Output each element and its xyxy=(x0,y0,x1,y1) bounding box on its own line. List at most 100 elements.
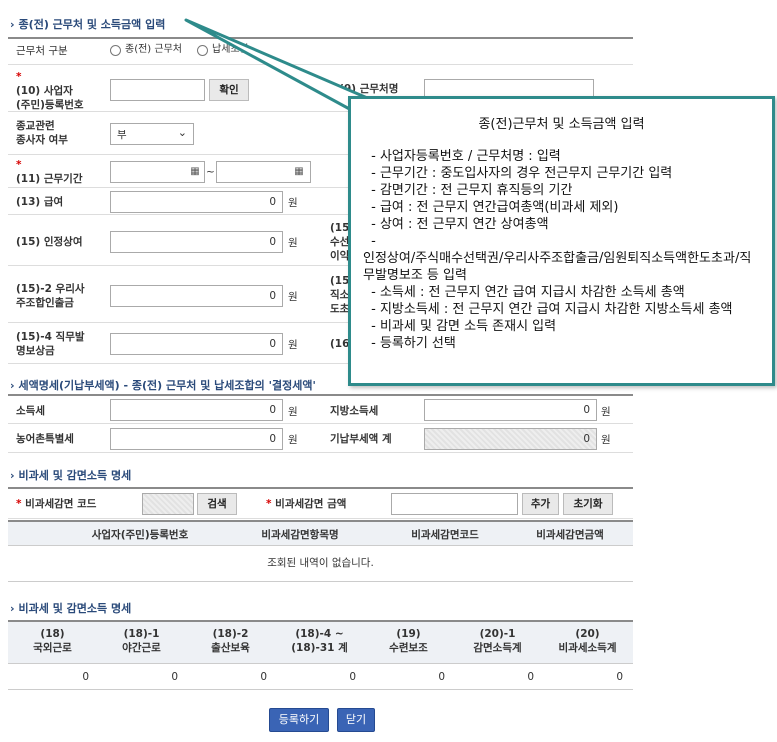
rural-tax-input[interactable]: 0 xyxy=(110,428,283,450)
register-button[interactable]: 등록하기 xyxy=(269,708,329,732)
section-title-text: 종(전) 근무처 및 소득금액 입력 xyxy=(18,18,166,31)
esop-input[interactable]: 0 xyxy=(110,285,283,307)
income-tax-input[interactable]: 0 xyxy=(110,399,283,421)
calendar-icon[interactable]: ▦ xyxy=(290,165,308,179)
invention-label-line1: (15)-4 직무발 xyxy=(16,331,85,343)
chevron-down-icon: ⌄ xyxy=(177,126,187,139)
invention-input[interactable]: 0 xyxy=(110,333,283,355)
callout-line: - 비과세 및 감면 소득 존재시 입력 xyxy=(367,319,557,334)
work-period-label: * (11) 근무기간 xyxy=(16,158,83,186)
summary-value: 0 xyxy=(260,671,267,683)
column-header: (18) 국외근로 xyxy=(8,628,97,655)
summary-value: 0 xyxy=(616,671,623,683)
bonus-right-line1: (15 xyxy=(330,222,350,234)
column-header: 사업자(주민)등록번호 xyxy=(91,529,189,541)
bonus-right-line3: 이익 xyxy=(330,250,350,262)
column-header-line2: 감면소득계 xyxy=(473,642,522,654)
column-header-line2: 수련보조 xyxy=(389,642,428,654)
radio-prev-workplace[interactable] xyxy=(110,45,121,56)
column-header: (20)-1 감면소득계 xyxy=(453,628,542,655)
calendar-icon[interactable]: ▦ xyxy=(186,165,204,179)
biz-number-input[interactable] xyxy=(110,79,205,101)
bonus-input[interactable]: 0 xyxy=(110,231,283,253)
nontax-amount-input[interactable] xyxy=(391,493,518,515)
column-header-line1: (18) xyxy=(40,628,65,640)
workplace-name-label-text: (9) 근무처명 xyxy=(339,83,399,95)
add-button[interactable]: 추가 xyxy=(522,493,559,515)
column-header: 비과세감면코드 xyxy=(411,529,479,541)
callout-line: - 급여 : 전 근무지 연간급여총액(비과세 제외) xyxy=(367,200,619,215)
bonus-right-label: (15 수선 이익 xyxy=(330,221,349,263)
section-title-text: 비과세 및 감면소득 명세 xyxy=(18,602,132,615)
row-workplace-type xyxy=(8,39,633,65)
column-header-line1: (18)-1 xyxy=(123,628,160,640)
salary-input[interactable]: 0 xyxy=(110,191,283,213)
prepaid-total-input: 0 xyxy=(424,428,597,450)
required-mark: * xyxy=(16,71,22,83)
summary-value: 0 xyxy=(349,671,356,683)
radio-prev-workplace-label[interactable]: 종(전) 근무처 xyxy=(125,43,182,57)
religious-label-line1: 종교관련 xyxy=(16,120,55,132)
section-title-tax-detail: › 세액명세(기납부세액) - 종(전) 근무처 및 납세조합의 '결정세액' xyxy=(10,377,316,393)
bonus-right-line2: 수선 xyxy=(330,236,350,248)
salary-label: (13) 급여 xyxy=(16,196,64,208)
local-tax-input[interactable]: 0 xyxy=(424,399,597,421)
nontax-code-label: * 비과세감면 코드 xyxy=(16,497,96,511)
nontax-code-input xyxy=(142,493,194,515)
chevron-right-icon: › xyxy=(10,379,15,392)
biz-number-label-line2: (주민)등록번호 xyxy=(16,99,84,111)
callout-line: - 감면기간 : 전 근무지 휴직등의 기간 xyxy=(367,183,573,198)
confirm-button[interactable]: 확인 xyxy=(209,79,249,101)
column-header: 비과세감면금액 xyxy=(536,529,604,541)
income-tax-unit: 원 xyxy=(288,406,298,418)
nontax-code-label-text: 비과세감면 코드 xyxy=(25,498,97,510)
column-header: (18)-1 야간근로 xyxy=(97,628,186,655)
biz-number-label: * (10) 사업자 (주민)등록번호 xyxy=(16,70,84,112)
esop-unit: 원 xyxy=(288,291,298,303)
workplace-name-label: * (9) 근무처명 xyxy=(330,82,398,96)
callout-line: - 사업자등록번호 / 근무처명 : 입력 xyxy=(367,149,561,164)
esop-right-label: (15 직소 도초 xyxy=(330,274,349,316)
income-tax-label: 소득세 xyxy=(16,405,45,417)
invention-label: (15)-4 직무발 명보상금 xyxy=(16,330,85,358)
rural-tax-unit: 원 xyxy=(288,434,298,446)
radio-tax-union-label[interactable]: 납세조합 xyxy=(212,43,249,57)
summary-value: 0 xyxy=(171,671,178,683)
local-tax-label: 지방소득세 xyxy=(330,405,379,417)
religious-select[interactable]: 부 ⌄ xyxy=(110,123,194,145)
invention-unit: 원 xyxy=(288,339,298,351)
section-title-nontax-summary: › 비과세 및 감면소득 명세 xyxy=(10,600,131,616)
close-button[interactable]: 닫기 xyxy=(337,708,375,732)
required-mark: * xyxy=(330,83,336,95)
reset-button[interactable]: 초기화 xyxy=(563,493,613,515)
nontax-amount-label: * 비과세감면 금액 xyxy=(266,497,346,511)
esop-label-line2: 주조합인출금 xyxy=(16,297,74,309)
chevron-right-icon: › xyxy=(10,602,15,615)
esop-label-line1: (15)-2 우리사 xyxy=(16,283,85,295)
summary-value: 0 xyxy=(438,671,445,683)
religious-label: 종교관련 종사자 여부 xyxy=(16,119,68,147)
required-mark: * xyxy=(266,498,272,510)
empty-message: 조회된 내역이 없습니다. xyxy=(267,557,374,569)
religious-selected-value: 부 xyxy=(117,129,127,141)
esop-right-line2: 직소 xyxy=(330,289,350,301)
required-mark: * xyxy=(16,159,22,171)
column-header-line1: (20)-1 xyxy=(479,628,516,640)
work-period-tilde: ~ xyxy=(206,166,215,178)
nontax-amount-label-text: 비과세감면 금액 xyxy=(275,498,347,510)
callout-line: - 소득세 : 전 근무지 연간 급여 지급시 차감한 소득세 총액 xyxy=(367,285,685,300)
column-header: (18)-4 ~ (18)-31 계 xyxy=(275,628,364,655)
local-tax-unit: 원 xyxy=(601,406,611,418)
invention-right-label: (16 xyxy=(330,338,350,350)
bonus-unit: 원 xyxy=(288,237,298,249)
column-header-line2: 국외근로 xyxy=(33,642,72,654)
religious-label-line2: 종사자 여부 xyxy=(16,134,68,146)
search-button[interactable]: 검색 xyxy=(197,493,237,515)
callout-title: 종(전)근무처 및 소득금액 입력 xyxy=(478,117,645,132)
callout-line: - 상여 : 전 근무지 연간 상여총액 xyxy=(367,217,549,232)
column-header-line2: (18)-31 계 xyxy=(291,642,348,654)
salary-unit: 원 xyxy=(288,197,298,209)
required-mark: * xyxy=(16,498,22,510)
radio-tax-union[interactable] xyxy=(197,45,208,56)
summary-value: 0 xyxy=(527,671,534,683)
